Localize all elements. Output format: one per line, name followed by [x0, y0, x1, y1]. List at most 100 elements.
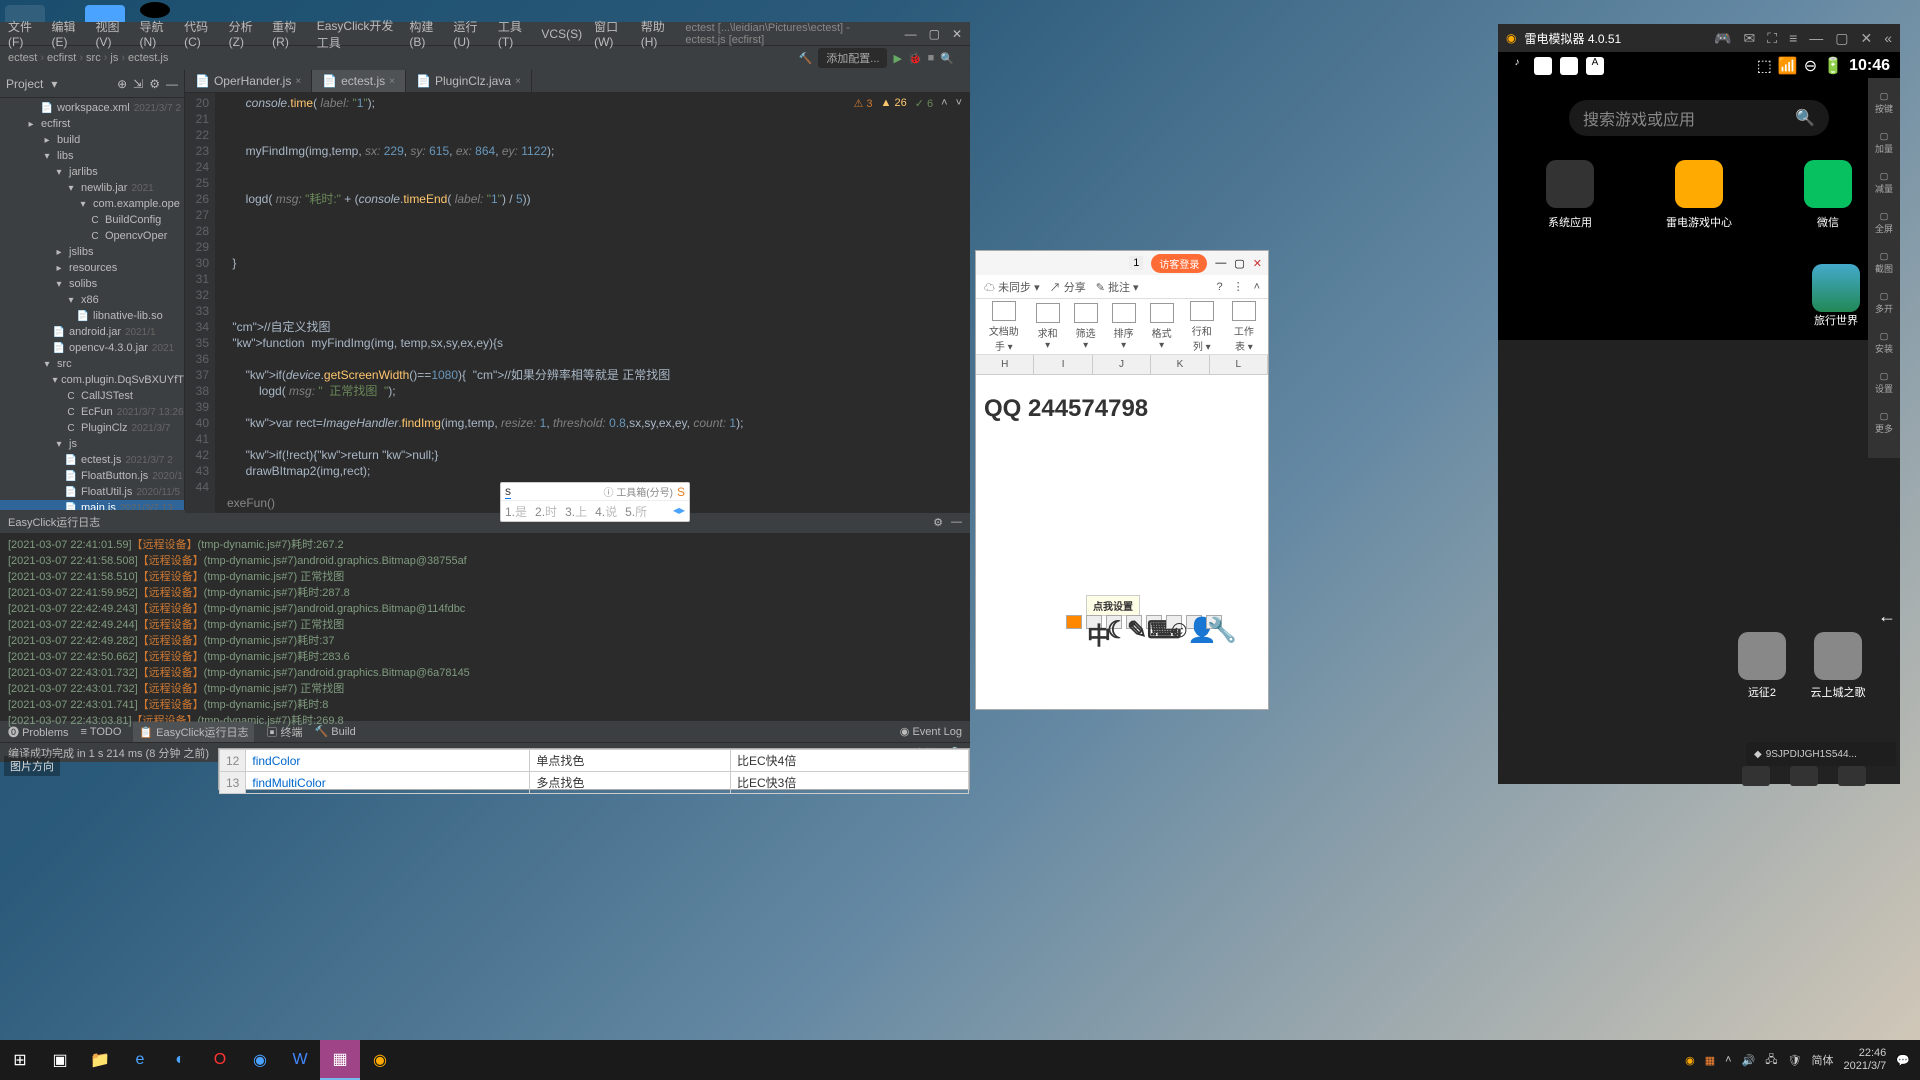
task-view[interactable]: ▣ — [40, 1040, 80, 1080]
mini-icon[interactable]: 👤 — [1186, 615, 1202, 629]
tree-item[interactable]: CPluginClz2021/3/7 — [0, 420, 184, 436]
maximize-icon[interactable]: ▢ — [1835, 30, 1848, 47]
tree-item[interactable]: ▸jslibs — [0, 244, 184, 260]
column-header[interactable]: J — [1093, 355, 1151, 374]
ribbon-button[interactable]: 排序 ▾ — [1108, 301, 1140, 353]
sidebar-button[interactable]: ▢更多 — [1868, 406, 1900, 440]
tree-item[interactable]: ▾libs — [0, 148, 184, 164]
debug-icon[interactable]: 🐞 — [908, 52, 922, 65]
chevron-down-icon[interactable]: ▾ — [51, 77, 57, 91]
hammer-icon[interactable]: 🔨 — [799, 52, 813, 65]
share-button[interactable]: ↗ 分享 — [1050, 279, 1086, 295]
maximize-icon[interactable]: ▢ — [1234, 257, 1244, 270]
search-bar[interactable]: 搜索游戏或应用 🔍 — [1569, 100, 1829, 136]
browser-icon[interactable]: ◐ — [160, 1040, 200, 1080]
ime-candidate[interactable]: 5.所 — [625, 503, 647, 520]
ribbon-button[interactable]: 求和 ▾ — [1032, 301, 1064, 353]
run-config-selector[interactable]: 添加配置... — [818, 48, 887, 68]
lang-indicator[interactable]: 简体 — [1811, 1052, 1833, 1068]
close-icon[interactable]: × — [295, 76, 301, 87]
close-icon[interactable]: ✕ — [1860, 30, 1872, 47]
wps-icon[interactable]: W — [280, 1040, 320, 1080]
volume-icon[interactable]: 🔊 — [1742, 1054, 1756, 1067]
project-tree[interactable]: 📄workspace.xml2021/3/7 2▸ecfirst▸build▾l… — [0, 98, 184, 510]
ie-icon[interactable]: e — [120, 1040, 160, 1080]
breadcrumb-item[interactable]: ectest — [8, 52, 37, 64]
ime-candidate[interactable]: 3.上 — [565, 503, 587, 520]
menu-build[interactable]: 构建(B) — [409, 18, 441, 49]
close-icon[interactable]: ✕ — [1253, 257, 1262, 270]
app-icon[interactable]: 微信 — [1804, 160, 1852, 230]
sidebar-button[interactable]: ▢截图 — [1868, 246, 1900, 280]
tray-icon[interactable]: ◉ — [1685, 1054, 1695, 1067]
ribbon-button[interactable]: 行和列 ▾ — [1184, 299, 1220, 355]
tree-item[interactable]: 📄FloatButton.js2020/1 — [0, 468, 184, 484]
chevron-up-icon[interactable]: ˄ — [941, 97, 947, 110]
tree-item[interactable]: ▸resources — [0, 260, 184, 276]
column-header[interactable]: K — [1151, 355, 1209, 374]
code-editor[interactable]: ⚠ 3 ▲ 26 ✓ 6 ˄ ˅ 20212223242526272829303… — [185, 93, 970, 513]
sidebar-button[interactable]: ▢安装 — [1868, 326, 1900, 360]
tree-item[interactable]: ▾x86 — [0, 292, 184, 308]
ime-candidate[interactable]: 2.时 — [535, 503, 557, 520]
editor-tab[interactable]: 📄OperHander.js× — [185, 70, 312, 92]
menu-tools[interactable]: 工具(T) — [498, 18, 529, 49]
tray-chevron-icon[interactable]: ˄ — [1725, 1054, 1731, 1066]
notifications-icon[interactable]: 💬 — [1896, 1054, 1910, 1067]
collapse-icon[interactable]: ⇲ — [133, 77, 143, 91]
back-arrow-icon[interactable]: ← — [1878, 606, 1896, 627]
mini-icon[interactable]: 🔧 — [1206, 615, 1222, 629]
settings-tooltip[interactable]: 点我设置 — [1086, 595, 1140, 616]
app-travel[interactable]: 旅行世界 — [1812, 264, 1860, 328]
project-label[interactable]: Project — [6, 77, 43, 91]
menu-refactor[interactable]: 重构(R) — [272, 18, 305, 49]
menu-code[interactable]: 代码(C) — [184, 18, 217, 49]
breadcrumb-item[interactable]: src — [86, 52, 101, 64]
more-icon[interactable]: ⋮ — [1233, 280, 1244, 293]
explorer-icon[interactable]: 📁 — [80, 1040, 120, 1080]
menu-nav[interactable]: 导航(N) — [140, 18, 173, 49]
sync-status[interactable]: ☁ 未同步 ▾ — [984, 279, 1040, 295]
sidebar-button[interactable]: ▢减量 — [1868, 166, 1900, 200]
tree-item[interactable]: CCallJSTest — [0, 388, 184, 404]
start-button[interactable]: ⊞ — [0, 1040, 40, 1080]
close-icon[interactable]: × — [389, 76, 395, 87]
expand-icon[interactable]: ⛶ — [1767, 30, 1777, 47]
nav-recent[interactable] — [1838, 766, 1866, 786]
tree-item[interactable]: ▾src — [0, 356, 184, 372]
tree-item[interactable]: ▾com.plugin.DqSvBXUYfT — [0, 372, 184, 388]
breadcrumb-item[interactable]: js — [110, 52, 118, 64]
tree-item[interactable]: 📄FloatUtil.js2020/11/5 — [0, 484, 184, 500]
toast-notification[interactable]: ◆ 9SJPDIJGH1S544... — [1746, 742, 1896, 766]
tree-item[interactable]: 📄opencv-4.3.0.jar2021 — [0, 340, 184, 356]
sidebar-button[interactable]: ▢设置 — [1868, 366, 1900, 400]
sidebar-button[interactable]: ▢加量 — [1868, 126, 1900, 160]
editor-tab[interactable]: 📄ectest.js× — [312, 70, 406, 92]
gamepad-icon[interactable]: 🎮 — [1714, 30, 1731, 47]
tree-item[interactable]: ▸ecfirst — [0, 116, 184, 132]
comment-button[interactable]: ✎ 批注 ▾ — [1096, 279, 1139, 295]
menu-view[interactable]: 视图(V) — [96, 18, 128, 49]
mini-icon[interactable]: ⌨ — [1146, 615, 1162, 629]
tab-todo[interactable]: ≡ TODO — [81, 726, 122, 738]
tree-item[interactable]: CBuildConfig — [0, 212, 184, 228]
menu-file[interactable]: 文件(F) — [8, 18, 39, 49]
emulator-taskbar-icon[interactable]: ◉ — [360, 1040, 400, 1080]
tree-item[interactable]: ▾jarlibs — [0, 164, 184, 180]
sheet-body[interactable]: QQ 244574798 点我设置 中 ☾ ✎ ⌨ ☺ 👤 🔧 — [976, 375, 1268, 635]
ribbon-button[interactable]: 格式 ▾ — [1146, 301, 1178, 353]
app-icon[interactable]: 雷电游戏中心 — [1666, 160, 1732, 230]
menu-easyclick[interactable]: EasyClick开发工具 — [317, 17, 398, 51]
tree-item[interactable]: COpencvOper — [0, 228, 184, 244]
tree-item[interactable]: ▾js — [0, 436, 184, 452]
tab-terminal[interactable]: ▣ 终端 — [266, 724, 302, 740]
tree-item[interactable]: ▾newlib.jar2021 — [0, 180, 184, 196]
tab-build[interactable]: 🔨 Build — [315, 725, 356, 738]
tree-item[interactable]: ▸build — [0, 132, 184, 148]
edge-icon[interactable]: ◉ — [240, 1040, 280, 1080]
tree-item[interactable]: ▾solibs — [0, 276, 184, 292]
breadcrumb-item[interactable]: ecfirst — [47, 52, 76, 64]
column-header[interactable]: L — [1210, 355, 1268, 374]
menu-vcs[interactable]: VCS(S) — [541, 27, 582, 41]
tray-icon[interactable]: ▦ — [1705, 1054, 1715, 1067]
